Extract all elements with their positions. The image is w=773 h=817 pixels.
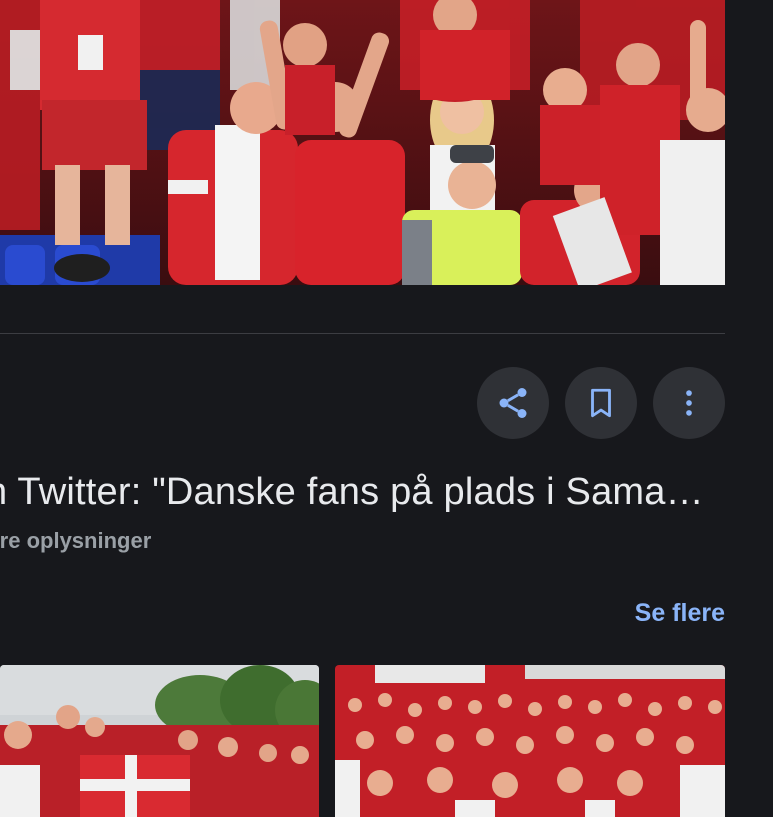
bookmark-icon [584, 386, 618, 420]
image-actions [477, 367, 725, 439]
related-image-thumbnail[interactable] [0, 665, 319, 817]
image-result-title[interactable]: n Twitter: "Danske fans på plads i Sama… [0, 470, 726, 514]
divider [0, 333, 725, 334]
see-more-link[interactable]: Se flere [635, 597, 725, 629]
save-button[interactable] [565, 367, 637, 439]
related-image-thumbnail[interactable] [335, 665, 725, 817]
share-icon [495, 385, 531, 421]
image-viewer-panel: n Twitter: "Danske fans på plads i Sama…… [0, 0, 773, 817]
main-image[interactable] [0, 0, 725, 285]
more-options-button[interactable] [653, 367, 725, 439]
share-button[interactable] [477, 367, 549, 439]
more-vert-icon [672, 386, 706, 420]
more-info-link[interactable]: flere oplysninger [0, 527, 151, 555]
